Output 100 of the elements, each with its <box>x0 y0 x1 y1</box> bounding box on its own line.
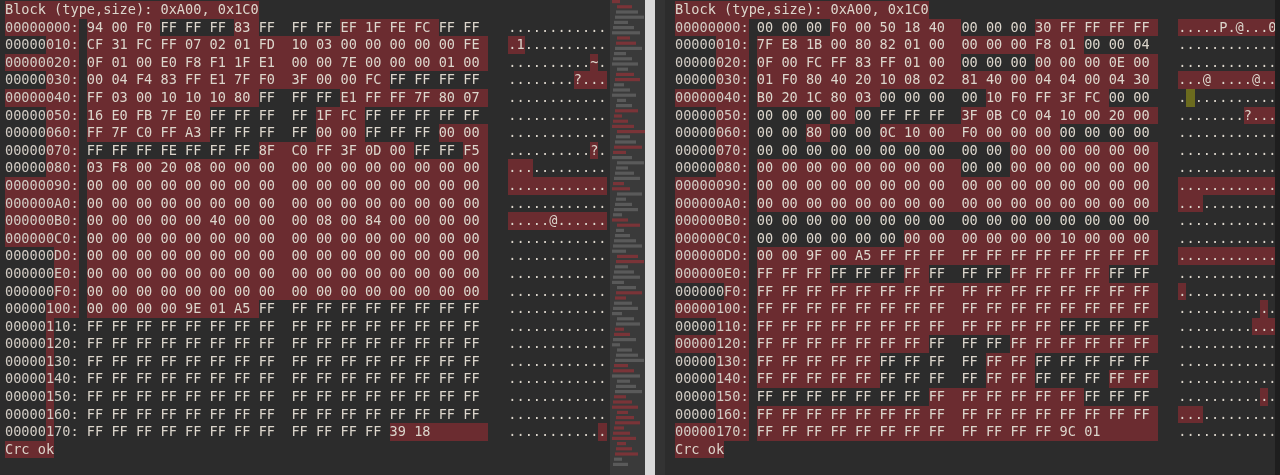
block-header: Block (type,size): 0xA00, 0x1C0 <box>675 1 929 19</box>
hex-bytes: 00 00 00 F0 00 50 18 40 00 00 00 30 FF FF FF FF <box>756 18 1158 37</box>
hex-bytes: FF FF FF FF FF FF FF FF FF FF FF FF FF FF FF FF <box>756 388 1151 406</box>
hex-bytes: FF FF FF FF FF FF FF FF FF FF FF FF FF FF FF FF <box>86 317 481 336</box>
row-address: 000000F0: <box>5 282 80 301</box>
row-address: 00000070: <box>675 141 750 160</box>
hex-bytes: 00 00 80 00 00 0C 10 00 F0 00 00 00 00 00 00 00 <box>756 124 1151 142</box>
ascii-text: ............ <box>1178 124 1275 142</box>
hex-bytes: 01 F0 80 40 20 10 08 02 81 40 00 04 04 00 04 30 <box>756 71 1158 89</box>
ascii-text: ............ <box>508 423 607 441</box>
ascii-text: ............ <box>1178 36 1275 54</box>
row-address: 00000150: <box>675 388 750 406</box>
row-address: 00000100: <box>675 300 750 318</box>
row-address: 00000090: <box>5 176 80 195</box>
row-address: 000000B0: <box>5 212 80 230</box>
row-address: 000000F0: <box>675 282 750 301</box>
hex-bytes: FF FF FF FF FF FF FF FF FF FF FF FF 9C 01 <box>756 423 1158 441</box>
hex-bytes: FF FF FF FE FF FF FF 8F C0 FF 3F 0D 00 FF FF F5 <box>86 141 488 160</box>
hex-bytes: 03 F8 00 20 08 00 00 00 00 00 00 00 00 00 00 00 <box>86 159 488 177</box>
hex-bytes: FF FF FF FF FF FF FF FF FF FF FF FF FF FF FF FF <box>756 282 1158 301</box>
row-address: 00000120: <box>5 335 80 353</box>
ascii-text: ............ <box>1178 212 1275 230</box>
hex-bytes: FF FF FF FF FF FF FF FF FF FF FF FF FF FF FF FF <box>86 370 481 389</box>
hex-bytes: 7F E8 1B 00 80 82 01 00 00 00 00 F8 01 00 00 04 <box>756 36 1151 54</box>
row-address: 00000060: <box>675 124 750 142</box>
ascii-text: ............ <box>1178 194 1275 213</box>
minimap-drawing[interactable] <box>610 0 645 475</box>
hex-bytes: FF FF FF FF FF FF FF FF FF FF FF FF FF FF FF FF <box>756 370 1158 389</box>
row-address: 00000050: <box>5 106 80 125</box>
row-address: 00000170: <box>5 423 80 441</box>
ascii-text: .....@...... <box>508 212 607 230</box>
ascii-text: ...@ ....@.. <box>1178 71 1275 89</box>
row-address: 00000130: <box>5 352 80 371</box>
ascii-text: ............ <box>508 352 607 371</box>
row-address: 00000040: <box>5 88 80 107</box>
ascii-text: ............ <box>1178 317 1275 336</box>
hex-bytes: FF FF FF FF FF FF FF FF FF FF FF FF FF FF FF FF <box>86 405 481 424</box>
hex-bytes: 16 E0 FB 7F E0 FF FF FF FF 1F FC FF FF FF FF FF <box>86 106 481 125</box>
ascii-text: ............ <box>1178 388 1275 406</box>
row-address: 00000120: <box>675 335 750 353</box>
ascii-text: ............ <box>508 282 607 301</box>
ascii-text: ........?... <box>1178 106 1275 125</box>
row-address: 000000B0: <box>675 212 750 230</box>
row-address: 00000100: <box>5 300 80 318</box>
row-address: 00000010: <box>675 36 750 54</box>
ascii-text: ............ <box>508 194 607 213</box>
hex-bytes: 00 00 00 00 00 40 00 00 00 08 00 84 00 00 00 00 <box>86 212 488 230</box>
ascii-text: ............ <box>508 317 607 336</box>
hex-bytes: 00 00 00 00 00 00 00 00 00 00 00 00 00 00 00 00 <box>756 141 1158 160</box>
row-address: 00000070: <box>5 141 80 160</box>
row-address: 00000080: <box>5 159 80 177</box>
hex-bytes: FF FF FF FF FF FF FF FF FF FF FF FF FF FF FF FF <box>86 388 481 406</box>
ascii-text: ............ <box>1178 141 1275 160</box>
row-address: 000000D0: <box>5 247 80 265</box>
ascii-text: . .......... <box>1178 88 1275 107</box>
ascii-text: .1.......... <box>508 36 607 54</box>
ascii-text: ............ <box>1178 352 1275 371</box>
hex-bytes: FF FF FF FF FF FF FF FF FF FF FF FF FF FF FF FF <box>756 335 1158 353</box>
row-address: 00000170: <box>675 423 750 441</box>
hex-bytes: CF 31 FC FF 07 02 01 FD 10 03 00 00 00 00 00 FE <box>86 36 488 54</box>
ascii-text: ............ <box>1178 247 1275 265</box>
scrollbar[interactable] <box>645 0 655 475</box>
row-address: 00000140: <box>5 370 80 389</box>
hex-bytes: FF FF FF FF FF FF FF FF FF FF FF FF FF FF FF FF <box>86 335 481 353</box>
hex-bytes: FF FF FF FF FF FF FF FF FF FF FF FF FF FF FF FF <box>756 352 1151 371</box>
hex-bytes: 00 00 00 00 9E 01 A5 FF FF FF FF FF FF FF FF FF <box>86 300 481 318</box>
ascii-text: ............ <box>508 106 607 125</box>
row-address: 00000020: <box>5 53 80 72</box>
ascii-text: ............ <box>1178 282 1275 301</box>
ascii-text: ............ <box>1178 335 1275 353</box>
hex-bytes: B0 20 1C 80 03 00 00 00 00 10 F0 FF 3F FC 00 00 <box>756 88 1151 107</box>
row-address: 00000090: <box>675 176 750 195</box>
hex-bytes: 0F 00 FC FF 83 FF 01 00 00 00 00 00 00 00 0E 00 <box>756 53 1158 72</box>
row-address: 00000110: <box>5 317 80 336</box>
ascii-text: ............ <box>508 388 607 406</box>
row-address: 00000040: <box>675 88 750 107</box>
row-address: 00000080: <box>675 159 750 177</box>
hex-bytes: 00 00 00 00 00 00 00 00 00 00 00 00 00 00 00 00 <box>756 159 1158 177</box>
ascii-text: ............ <box>1178 176 1275 195</box>
ascii-text: ............ <box>508 176 607 195</box>
ascii-text: ............ <box>1178 300 1275 318</box>
hex-bytes: 00 04 F4 83 FF E1 7F F0 3F 00 00 FC FF FF FF FF <box>86 71 481 89</box>
ascii-text: ............ <box>1178 264 1275 283</box>
hex-bytes: 00 00 00 00 00 00 00 00 00 00 00 00 00 00 00 00 <box>756 212 1151 230</box>
pane-splitter[interactable] <box>655 0 665 475</box>
hex-bytes: FF FF FF FF FF FF FF FF FF FF FF FF FF FF FF FF <box>756 264 1151 283</box>
ascii-text: ............ <box>508 300 607 318</box>
hex-bytes: 94 00 F0 FF FF FF 83 FF FF FF EF 1F FE FC FF FF <box>86 18 481 37</box>
row-address: 00000010: <box>5 36 80 54</box>
row-address: 00000160: <box>5 405 80 424</box>
row-address: 00000140: <box>675 370 750 389</box>
hex-bytes: FF FF FF FF FF FF FF FF FF FF FF FF 39 18 <box>86 423 488 441</box>
ascii-text: ............ <box>1178 405 1275 424</box>
ascii-text: ........?... <box>508 71 607 89</box>
ascii-text: ............ <box>1178 159 1275 177</box>
block-header: Block (type,size): 0xA00, 0x1C0 <box>5 1 259 19</box>
hex-bytes: 00 00 00 00 00 FF FF FF 3F 0B C0 04 10 00 20 00 <box>756 106 1158 125</box>
ascii-text: ............ <box>508 405 607 424</box>
crc-status: Crc ok <box>5 440 55 459</box>
row-address: 00000130: <box>675 352 750 371</box>
